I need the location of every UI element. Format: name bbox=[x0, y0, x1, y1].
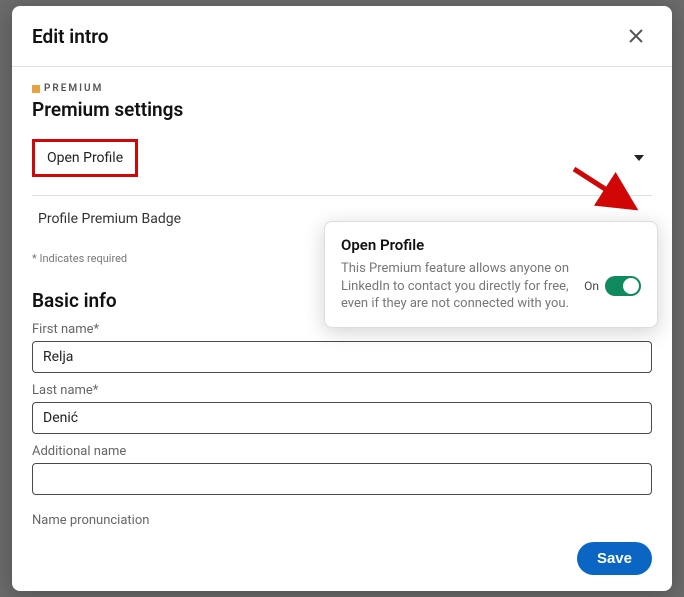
additional-name-label: Additional name bbox=[32, 444, 652, 459]
close-icon bbox=[626, 26, 646, 46]
name-pronunciation-label: Name pronunciation bbox=[32, 513, 652, 528]
popover-title: Open Profile bbox=[341, 236, 641, 254]
popover-description: This Premium feature allows anyone on Li… bbox=[341, 260, 572, 313]
open-profile-toggle[interactable] bbox=[605, 276, 641, 296]
modal-body: PREMIUM Premium settings Open Profile Pr… bbox=[12, 67, 672, 530]
edit-intro-modal: Edit intro PREMIUM Premium settings Open… bbox=[12, 6, 672, 591]
save-button[interactable]: Save bbox=[577, 542, 652, 575]
open-profile-row[interactable]: Open Profile bbox=[32, 129, 652, 187]
chevron-down-icon bbox=[634, 155, 644, 161]
additional-name-input[interactable] bbox=[32, 463, 652, 495]
close-button[interactable] bbox=[620, 20, 652, 52]
open-profile-label: Open Profile bbox=[32, 139, 138, 177]
last-name-input[interactable] bbox=[32, 402, 652, 434]
first-name-input[interactable] bbox=[32, 341, 652, 373]
open-profile-popover: Open Profile This Premium feature allows… bbox=[324, 221, 658, 328]
modal-footer: Save bbox=[12, 530, 672, 591]
last-name-label: Last name* bbox=[32, 383, 652, 398]
toggle-state-label: On bbox=[584, 279, 599, 293]
popover-toggle-wrap: On bbox=[584, 276, 641, 296]
modal-title: Edit intro bbox=[32, 25, 109, 48]
modal-header: Edit intro bbox=[12, 6, 672, 67]
profile-premium-badge-label: Profile Premium Badge bbox=[32, 206, 181, 232]
premium-settings-heading: Premium settings bbox=[32, 98, 652, 121]
premium-badge-label: PREMIUM bbox=[32, 83, 652, 94]
